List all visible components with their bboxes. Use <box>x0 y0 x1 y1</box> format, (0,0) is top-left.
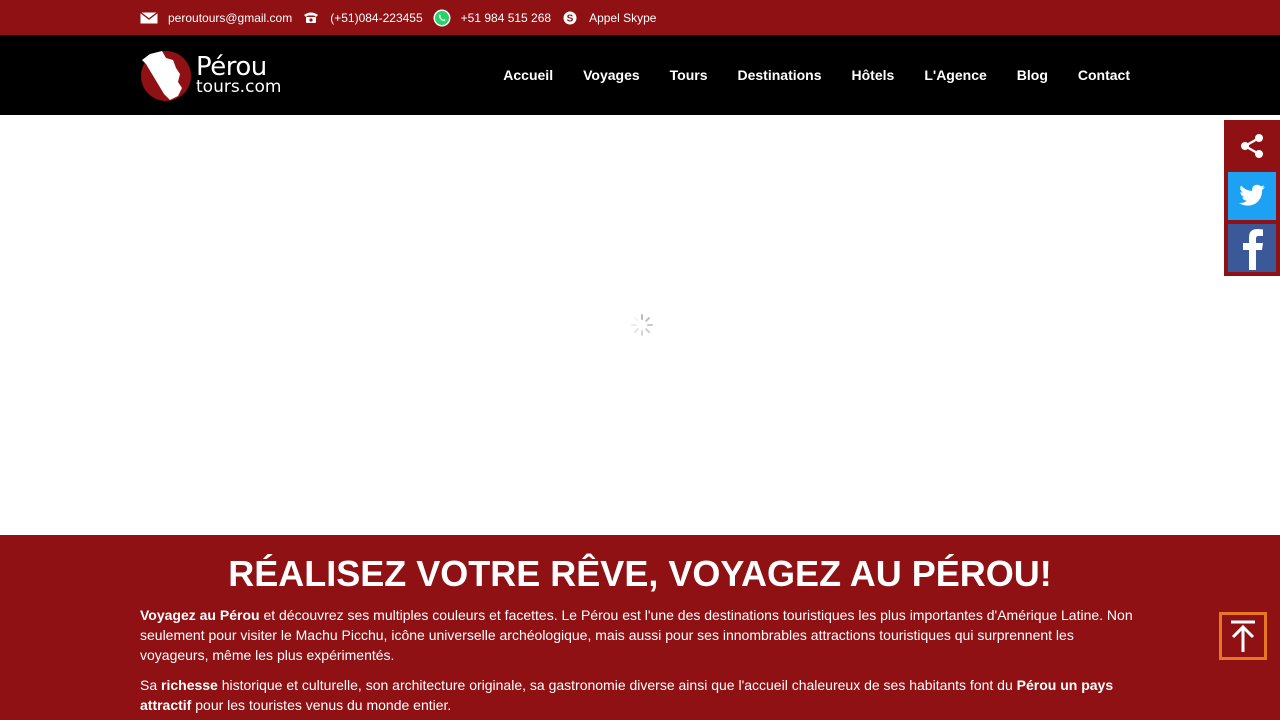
intro-p2-text-a: Sa <box>140 677 162 693</box>
nav-hotels[interactable]: Hôtels <box>852 67 895 83</box>
skype-text: Appel Skype <box>589 10 657 25</box>
phone-icon <box>302 11 320 25</box>
intro-paragraph-2: Sa richesse historique et culturelle, so… <box>140 675 1140 715</box>
logo-text: Pérou tours.com <box>196 54 281 96</box>
nav-voyages[interactable]: Voyages <box>583 67 640 83</box>
intro-p2-text-c: pour les touristes venus du monde entier… <box>191 697 452 713</box>
intro-p2-bold-1: richesse <box>161 677 218 693</box>
intro-p1-bold: Voyagez au Pérou <box>140 607 260 623</box>
main-navbar: Pérou tours.com Accueil Voyages Tours De… <box>0 35 1280 115</box>
intro-section: RÉALISEZ VOTRE RÊVE, VOYAGEZ AU PÉROU! V… <box>0 535 1280 720</box>
skype-icon: S <box>561 11 579 25</box>
arrow-up-icon <box>1231 620 1255 652</box>
email-text: peroutours@gmail.com <box>168 10 293 25</box>
nav-accueil[interactable]: Accueil <box>503 67 553 83</box>
logo-line2: tours.com <box>196 77 282 97</box>
facebook-share-button[interactable] <box>1228 224 1276 272</box>
hero-slider <box>0 115 1280 535</box>
whatsapp-icon <box>433 9 451 26</box>
nav-contact[interactable]: Contact <box>1078 67 1130 83</box>
phone-text: (+51)084-223455 <box>330 10 423 25</box>
svg-text:S: S <box>567 13 574 24</box>
nav-agence[interactable]: L'Agence <box>924 67 986 83</box>
phone-contact[interactable]: (+51)084-223455 <box>302 10 423 25</box>
twitter-icon <box>1239 184 1265 206</box>
whatsapp-contact[interactable]: +51 984 515 268 <box>433 9 552 26</box>
twitter-share-button[interactable] <box>1228 172 1276 220</box>
main-menu: Accueil Voyages Tours Destinations Hôtel… <box>473 35 1130 115</box>
nav-blog[interactable]: Blog <box>1017 67 1048 83</box>
facebook-icon <box>1243 229 1263 270</box>
intro-p2-text-b: historique et culturelle, son architectu… <box>217 677 1017 693</box>
email-contact[interactable]: peroutours@gmail.com <box>140 11 292 25</box>
intro-paragraph-1: Voyagez au Pérou et découvrez ses multip… <box>140 605 1140 665</box>
whatsapp-text: +51 984 515 268 <box>460 10 552 25</box>
mail-icon <box>140 11 158 25</box>
share-icon <box>1241 134 1263 158</box>
skype-contact[interactable]: S Appel Skype <box>561 11 656 25</box>
site-logo[interactable]: Pérou tours.com <box>140 47 285 103</box>
top-contact-bar: peroutours@gmail.com (+51)084-223455 +51… <box>0 0 1280 35</box>
scroll-to-top-button[interactable] <box>1219 612 1267 660</box>
nav-destinations[interactable]: Destinations <box>738 67 822 83</box>
intro-p1-text: et découvrez ses multiples couleurs et f… <box>140 607 1133 663</box>
intro-title: RÉALISEZ VOTRE RÊVE, VOYAGEZ AU PÉROU! <box>228 553 1052 594</box>
nav-tours[interactable]: Tours <box>670 67 708 83</box>
peru-map-logo-icon <box>141 51 191 101</box>
social-share-bar <box>1224 120 1280 276</box>
share-toggle-button[interactable] <box>1224 120 1280 172</box>
loading-spinner-icon <box>631 314 653 336</box>
